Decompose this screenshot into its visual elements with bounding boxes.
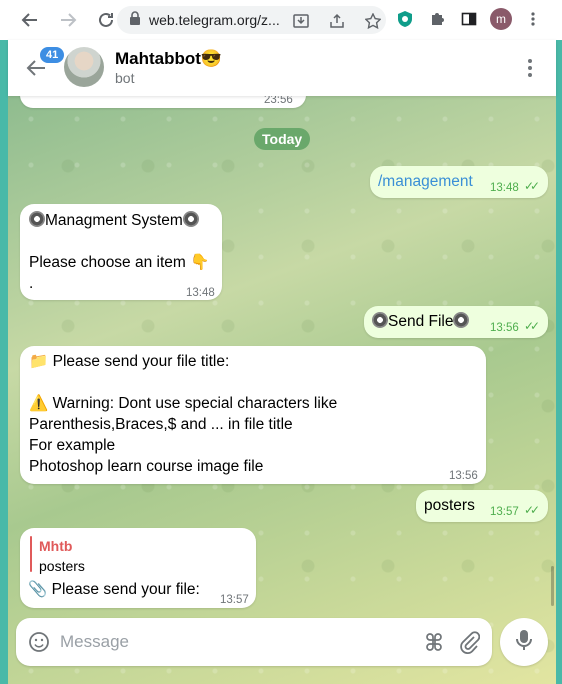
scrollbar[interactable] [551,566,554,606]
message-text: Send File [388,313,454,330]
message-text: Please send your file title: [52,353,230,370]
folder-icon: 📁 [29,353,49,370]
message-line: Send File [372,311,470,332]
message-line: For example [29,437,116,454]
back-arrow-icon[interactable] [18,8,42,32]
reload-icon[interactable] [94,8,118,32]
chat-subtitle: bot [115,70,135,86]
forward-arrow-icon[interactable] [56,8,80,32]
chat-title[interactable]: Mahtabbot😎 [115,49,222,69]
message-input[interactable] [60,630,400,654]
message-line: 📁 Please send your file title: [29,351,229,372]
extension-area: m [394,8,544,30]
telegram-window: 41 Mahtabbot😎 bot 23:56 Today /managemen… [8,40,556,684]
message-text: posters [424,497,475,514]
unread-badge: 41 [38,45,67,65]
gear-icon [372,312,388,328]
message-line: Photoshop learn course image file [29,458,264,475]
message-line: 📎 Please send your file: [28,579,200,600]
profile-avatar[interactable]: m [490,8,512,30]
read-checkmarks-icon: ✓✓ [524,503,540,517]
menu-title-text: Managment System [45,212,183,229]
read-checkmarks-icon: ✓✓ [524,179,540,193]
message-line: Parenthesis,Braces,$ and ... in file tit… [29,416,293,433]
microphone-icon [514,628,534,657]
share-icon[interactable] [326,10,348,32]
outgoing-message[interactable]: /management 13:48 ✓✓ [370,166,548,198]
side-panel-icon[interactable] [458,8,480,30]
install-icon[interactable] [290,10,312,32]
incoming-message[interactable]: Managment System Please choose an item 👇… [20,204,222,300]
paperclip-icon: 📎 [28,581,48,598]
bot-commands-icon[interactable] [422,630,446,659]
message-text: Please send your file: [51,581,200,598]
message-line: ⚠️ Warning: Dont use special characters … [29,395,338,412]
gear-icon [453,312,470,328]
message-line: Managment System [29,210,199,231]
message-list[interactable]: 23:56 Today /management 13:48 ✓✓ Managme… [8,96,556,684]
address-bar-actions [290,10,384,32]
lock-icon [129,10,141,30]
emoji-icon[interactable] [28,631,50,658]
date-chip: Today [254,128,311,150]
outgoing-message[interactable]: Send File 13:56 ✓✓ [364,306,548,338]
message-time: 23:56 [264,96,293,106]
read-checkmarks-icon: ✓✓ [524,319,540,333]
chat-header: 41 Mahtabbot😎 bot [8,40,556,96]
message-time: 13:56 [449,470,478,482]
incoming-message[interactable]: 📁 Please send your file title: ⚠️ Warnin… [20,346,486,484]
outgoing-message[interactable]: posters 13:57 ✓✓ [416,490,548,522]
command-text[interactable]: /management [378,171,473,192]
message-time: 13:48 [186,287,215,299]
shield-extension-icon[interactable] [394,8,416,30]
reply-accent-bar [30,536,32,572]
message-time: 13:48 [490,182,519,194]
incoming-message[interactable]: Mhtb posters 📎 Please send your file: 13… [20,528,256,608]
url-text: web.telegram.org/z... [149,12,280,28]
puzzle-extensions-icon[interactable] [426,8,448,30]
gear-icon [182,211,199,227]
message-time: 13:56 [490,322,519,334]
reply-author[interactable]: Mhtb [39,536,72,557]
voice-record-button[interactable] [500,618,548,666]
message-line: . [29,275,34,292]
message-time: 13:57 [220,594,249,606]
message-line: Please choose an item 👇 [29,254,210,271]
avatar[interactable] [64,47,104,87]
reply-text[interactable]: posters [39,556,85,577]
message-composer [16,618,492,666]
bookmark-star-icon[interactable] [362,10,384,32]
browser-menu-icon[interactable] [522,8,544,30]
message-time: 13:57 [490,506,519,518]
message-bubble-partial[interactable]: 23:56 [20,96,306,108]
attach-paperclip-icon[interactable] [458,630,481,659]
gear-icon [29,211,45,227]
more-options-icon[interactable] [518,56,542,80]
